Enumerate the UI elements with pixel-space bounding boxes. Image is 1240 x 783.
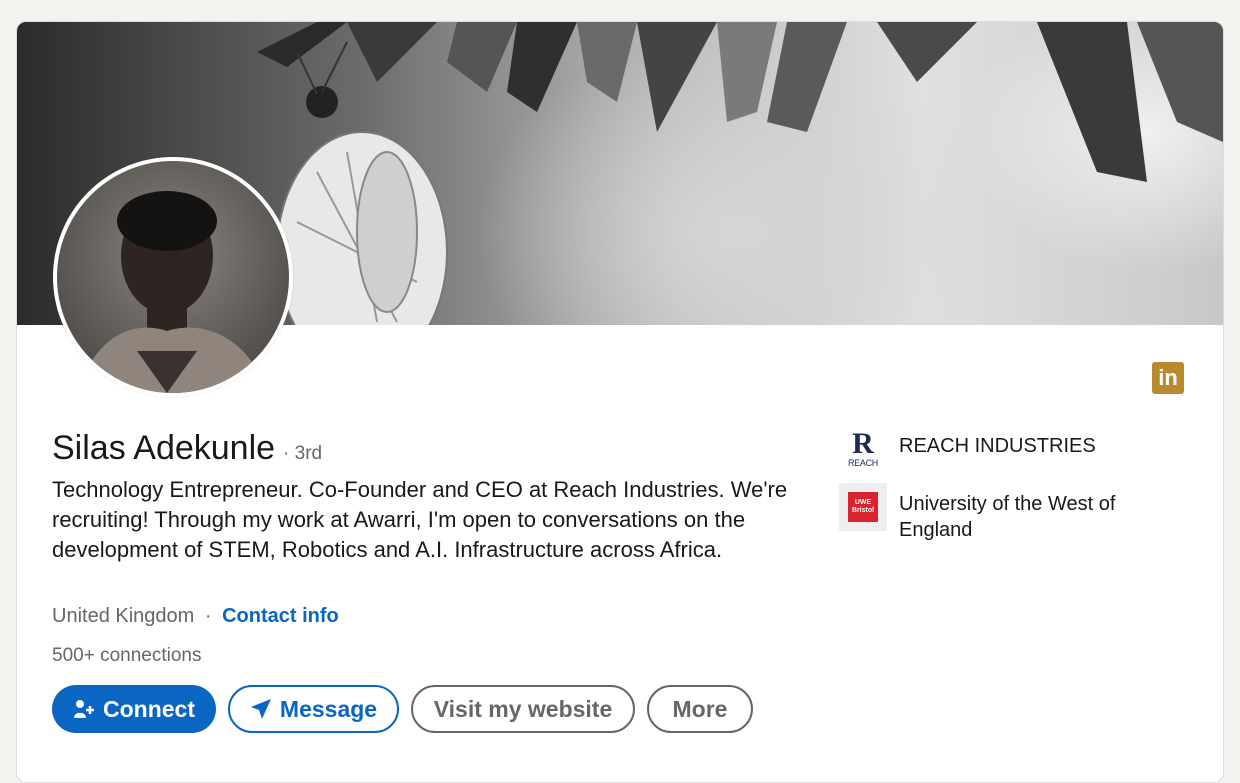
add-person-icon: [73, 698, 95, 720]
profile-headline: Technology Entrepreneur. Co-Founder and …: [52, 477, 788, 562]
linkedin-icon[interactable]: in: [1152, 362, 1184, 394]
location-row: United Kingdom · Contact info: [52, 605, 339, 628]
connections-count[interactable]: 500+ connections: [52, 645, 201, 667]
more-label: More: [672, 695, 728, 722]
website-label: Visit my website: [433, 695, 613, 722]
connection-degree: · 3rd: [283, 443, 323, 464]
connect-label: Connect: [103, 695, 195, 722]
reach-logo-icon: R REACH: [839, 425, 887, 473]
school-name: University of the West of England: [899, 493, 1116, 541]
company-name: REACH INDUSTRIES: [899, 435, 1096, 457]
send-icon: [250, 698, 272, 720]
uwe-logo-icon: UWE Bristol: [839, 483, 887, 531]
uwe-logo-box: UWE Bristol: [848, 492, 878, 522]
message-button[interactable]: Message: [228, 685, 399, 733]
message-label: Message: [279, 695, 378, 722]
profile-location: United Kingdom: [52, 605, 195, 627]
experience-education-list: R REACH REACH INDUSTRIES UWE Bristol Uni…: [839, 425, 1159, 553]
reach-logo-text: REACH: [847, 458, 878, 468]
visit-website-button[interactable]: Visit my website: [411, 685, 635, 733]
action-buttons: Connect Message Visit my website More: [52, 685, 753, 733]
profile-name: Silas Adekunle: [52, 429, 276, 467]
company-item[interactable]: R REACH REACH INDUSTRIES: [839, 425, 1159, 473]
separator: ·: [204, 605, 212, 627]
education-item[interactable]: UWE Bristol University of the West of En…: [839, 483, 1159, 543]
name-row: Silas Adekunle · 3rd: [52, 429, 322, 468]
profile-card: in Silas Adekunle · 3rd Technology Entre…: [16, 21, 1224, 783]
contact-info-link[interactable]: Contact info: [222, 605, 339, 627]
connect-button[interactable]: Connect: [52, 685, 216, 733]
reach-logo-letter: R: [852, 427, 874, 460]
profile-photo[interactable]: [53, 157, 293, 397]
more-button[interactable]: More: [647, 685, 753, 733]
